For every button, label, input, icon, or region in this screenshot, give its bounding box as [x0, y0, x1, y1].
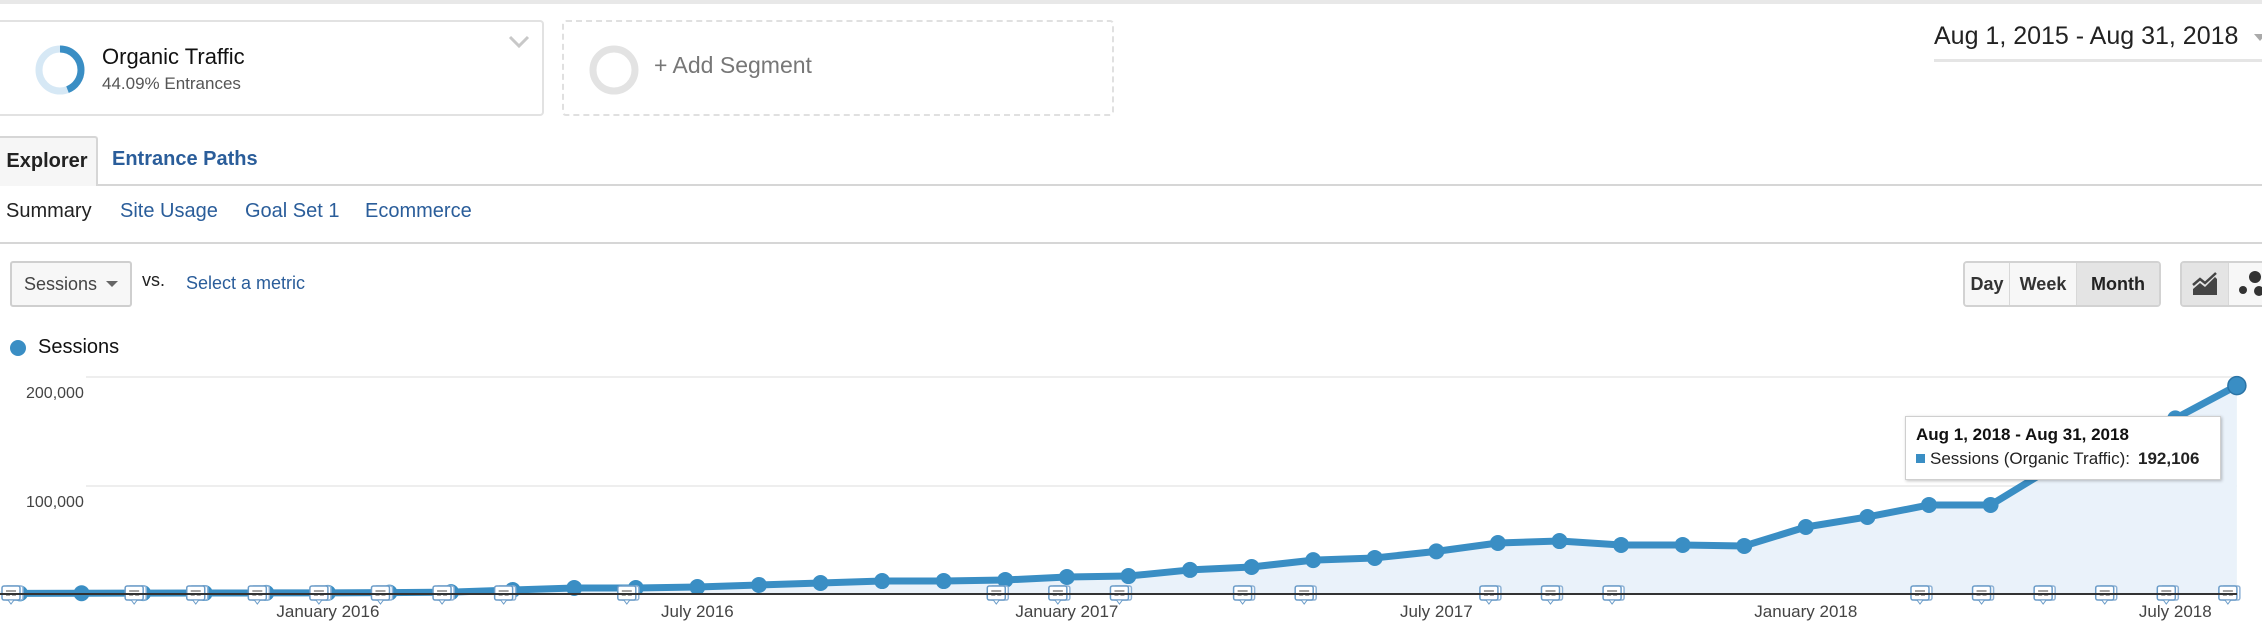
x-tick-label: July 2018 — [2139, 602, 2212, 621]
x-tick-label: July 2016 — [661, 602, 734, 621]
x-tick-label: July 2017 — [1400, 602, 1473, 621]
annotation-tail — [1484, 599, 1493, 605]
annotation-tail — [438, 599, 447, 605]
metric-dropdown-value: Sessions — [24, 274, 98, 294]
metric-dropdown[interactable]: Sessions — [10, 261, 132, 307]
data-point — [874, 573, 891, 590]
annotation-tail — [1977, 599, 1986, 605]
week-button[interactable]: Week — [2010, 263, 2077, 305]
caret-down-icon — [2254, 34, 2262, 41]
line-chart-icon — [2192, 272, 2217, 295]
x-tick-label: January 2017 — [1015, 602, 1118, 621]
x-tick-label: January 2018 — [1754, 602, 1857, 621]
annotation-tail — [622, 599, 631, 605]
subtab-site-usage[interactable]: Site Usage — [120, 200, 218, 223]
data-point — [1859, 508, 1876, 525]
data-point — [1489, 535, 1506, 552]
segment-ring-icon — [35, 45, 85, 95]
data-point — [1797, 518, 1814, 535]
data-point — [1428, 543, 1445, 560]
add-segment-button[interactable]: + Add Segment — [562, 20, 1114, 116]
subtab-ecommerce[interactable]: Ecommerce — [365, 200, 472, 223]
data-point — [1243, 558, 1260, 575]
motion-chart-button[interactable] — [2229, 263, 2262, 305]
data-point — [2227, 375, 2247, 396]
data-point — [1366, 549, 1383, 566]
date-range-picker[interactable]: Aug 1, 2015 - Aug 31, 2018 — [1934, 22, 2262, 62]
data-point — [1058, 569, 1075, 586]
data-point — [750, 576, 767, 593]
report-tabs: Explorer Entrance Paths — [0, 136, 2262, 186]
data-point — [689, 579, 706, 596]
data-point — [1982, 496, 1999, 513]
chevron-down-icon[interactable] — [506, 32, 532, 52]
data-point — [1551, 533, 1568, 550]
annotation-tail — [992, 599, 1001, 605]
tab-entrance-paths[interactable]: Entrance Paths — [112, 136, 258, 184]
data-point — [1305, 552, 1322, 569]
data-point — [1182, 561, 1199, 578]
tooltip-title: Aug 1, 2018 - Aug 31, 2018 — [1916, 425, 2129, 444]
legend-marker-sessions — [10, 340, 26, 356]
tooltip-series-swatch — [1916, 454, 1925, 463]
chart-tooltip: Aug 1, 2018 - Aug 31, 2018 Sessions (Org… — [1905, 416, 2221, 480]
annotation-tail — [130, 599, 139, 605]
day-button[interactable]: Day — [1965, 263, 2010, 305]
motion-chart-icon — [2239, 271, 2262, 296]
annotation-tail — [2039, 599, 2048, 605]
sessions-chart: 200,000 100,000 January 2016 July 2016 Janu… — [0, 375, 2247, 621]
tooltip-series-label: Sessions (Organic Traffic): — [1930, 449, 2130, 468]
add-segment-label: + Add Segment — [654, 52, 812, 78]
explorer-subtabs: Summary Site Usage Goal Set 1 Ecommerce — [0, 186, 2262, 244]
annotation-tail — [1608, 599, 1617, 605]
segment-subtitle: 44.09% Entrances — [102, 74, 241, 93]
y-tick-label: 200,000 — [26, 385, 84, 402]
vs-label: vs. — [142, 270, 166, 290]
data-point — [1736, 537, 1753, 554]
segment-organic-traffic[interactable]: Organic Traffic 44.09% Entrances — [0, 20, 544, 116]
top-border — [0, 0, 2262, 4]
caret-down-icon — [106, 281, 118, 287]
annotation-tail — [253, 599, 262, 605]
annotation-tail — [1300, 599, 1309, 605]
data-point — [1674, 536, 1691, 553]
period-toggle: Day Week Month — [1963, 261, 2161, 307]
data-point — [1613, 536, 1630, 553]
empty-segment-ring-icon — [589, 45, 639, 95]
y-tick-label: 100,000 — [26, 494, 84, 511]
annotation-tail — [2100, 599, 2109, 605]
subtab-summary[interactable]: Summary — [6, 200, 92, 223]
tooltip-value: 192,106 — [2137, 449, 2200, 468]
chart-type-toggle — [2180, 261, 2262, 307]
date-range-label: Aug 1, 2015 - Aug 31, 2018 — [1934, 22, 2239, 50]
annotation-tail — [499, 599, 508, 605]
select-compare-metric-link[interactable]: Select a metric — [186, 273, 305, 294]
annotation-tail — [2223, 599, 2232, 605]
annotation-tail — [7, 599, 15, 605]
annotation-tail — [1546, 599, 1555, 605]
data-point — [1920, 496, 1937, 513]
segment-title: Organic Traffic — [102, 44, 245, 69]
line-chart-button[interactable] — [2182, 263, 2229, 305]
subtab-goal-set-1[interactable]: Goal Set 1 — [245, 200, 340, 223]
annotation-tail — [1238, 599, 1247, 605]
annotation-tail — [191, 599, 200, 605]
tab-explorer[interactable]: Explorer — [0, 136, 98, 186]
data-point — [812, 575, 829, 592]
annotation-tail — [1915, 599, 1924, 605]
month-button[interactable]: Month — [2077, 263, 2159, 305]
legend-label-sessions: Sessions — [38, 336, 120, 358]
data-point — [935, 573, 952, 590]
x-tick-label: January 2016 — [276, 602, 379, 621]
data-point — [1120, 568, 1137, 585]
